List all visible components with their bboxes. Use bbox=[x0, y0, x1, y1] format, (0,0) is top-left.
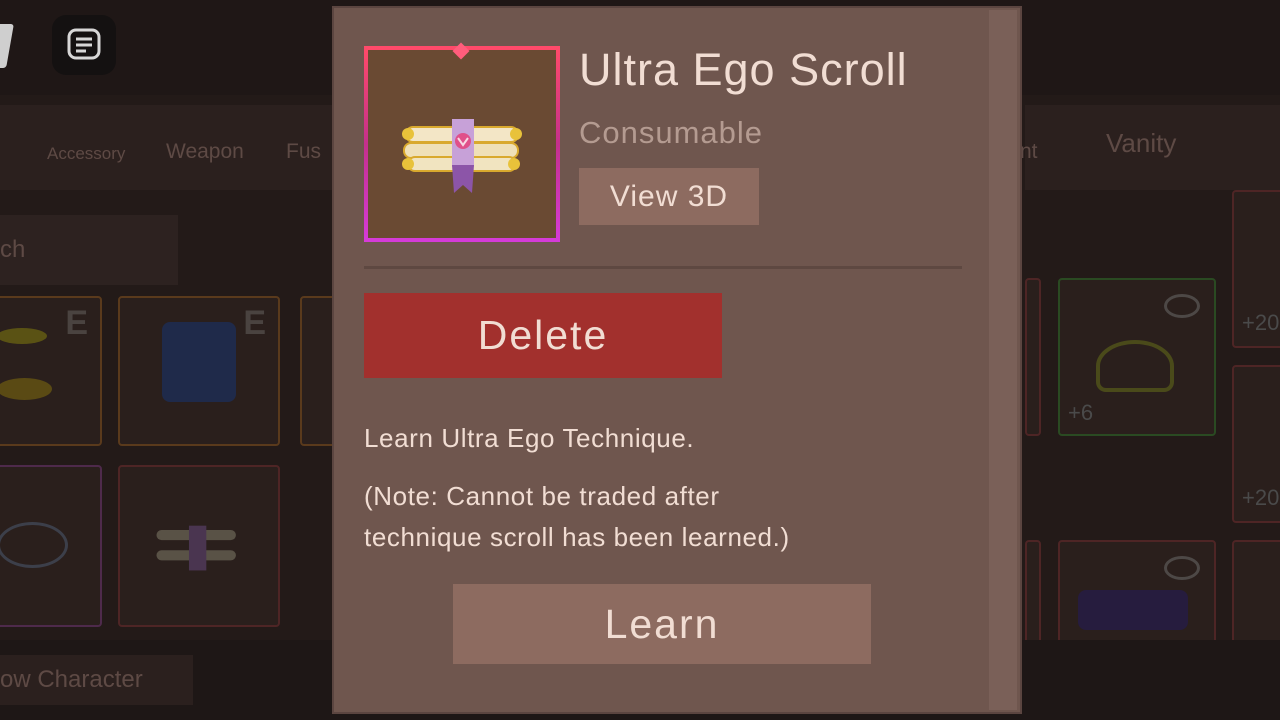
tab-fusion[interactable]: Fus bbox=[286, 140, 321, 164]
item-icon bbox=[162, 322, 236, 402]
inventory-card[interactable] bbox=[1232, 540, 1280, 644]
inventory-card[interactable]: +20 bbox=[1232, 365, 1280, 523]
inventory-card[interactable] bbox=[0, 465, 102, 627]
tab-vanity[interactable]: Vanity bbox=[1106, 128, 1176, 159]
scroll-item-icon bbox=[402, 119, 522, 193]
chat-button[interactable] bbox=[52, 15, 116, 75]
item-description: Learn Ultra Ego Technique. bbox=[364, 423, 695, 453]
divider bbox=[364, 266, 962, 269]
item-icon bbox=[1078, 590, 1188, 630]
inventory-card[interactable]: +20 bbox=[1232, 190, 1280, 348]
boost-badge: +6 bbox=[1068, 400, 1094, 425]
item-icon bbox=[0, 328, 47, 344]
inventory-card[interactable] bbox=[118, 465, 280, 627]
inventory-card[interactable]: +6 bbox=[1058, 278, 1216, 436]
learn-button[interactable]: Learn bbox=[453, 584, 871, 664]
item-type: Consumable bbox=[579, 115, 764, 150]
hidden-eye-icon bbox=[1164, 294, 1200, 318]
inventory-card[interactable] bbox=[1025, 540, 1041, 644]
chat-icon bbox=[67, 28, 101, 60]
tab-accessory[interactable]: Accessory bbox=[47, 144, 125, 164]
tab-weapon[interactable]: Weapon bbox=[166, 140, 244, 164]
item-icon bbox=[0, 522, 68, 568]
item-icon bbox=[0, 378, 52, 400]
scroll-item-icon bbox=[156, 525, 236, 571]
boost-badge: +20 bbox=[1242, 485, 1280, 510]
item-note-line: technique scroll has been learned.) bbox=[364, 522, 790, 552]
item-name: Ultra Ego Scroll bbox=[579, 44, 908, 95]
item-note-line: (Note: Cannot be traded after bbox=[364, 481, 720, 511]
inventory-card[interactable] bbox=[1025, 278, 1041, 436]
item-note: (Note: Cannot be traded after technique … bbox=[364, 476, 964, 558]
delete-button[interactable]: Delete bbox=[364, 293, 722, 378]
inventory-card[interactable]: E bbox=[118, 296, 280, 446]
inventory-card[interactable] bbox=[1058, 540, 1216, 644]
inventory-card[interactable]: E bbox=[0, 296, 102, 446]
hidden-eye-icon bbox=[1164, 556, 1200, 580]
equipped-badge: E bbox=[65, 304, 88, 342]
show-character-button[interactable]: ow Character bbox=[0, 655, 193, 705]
boost-badge: +20 bbox=[1242, 310, 1280, 335]
view-3d-button[interactable]: View 3D bbox=[579, 168, 759, 225]
equipped-badge: E bbox=[243, 304, 266, 342]
modal-scrollbar[interactable] bbox=[989, 10, 1017, 710]
item-icon bbox=[1096, 340, 1174, 392]
tab-partial[interactable]: nt bbox=[1020, 140, 1038, 164]
search-input[interactable]: ch bbox=[0, 215, 178, 285]
